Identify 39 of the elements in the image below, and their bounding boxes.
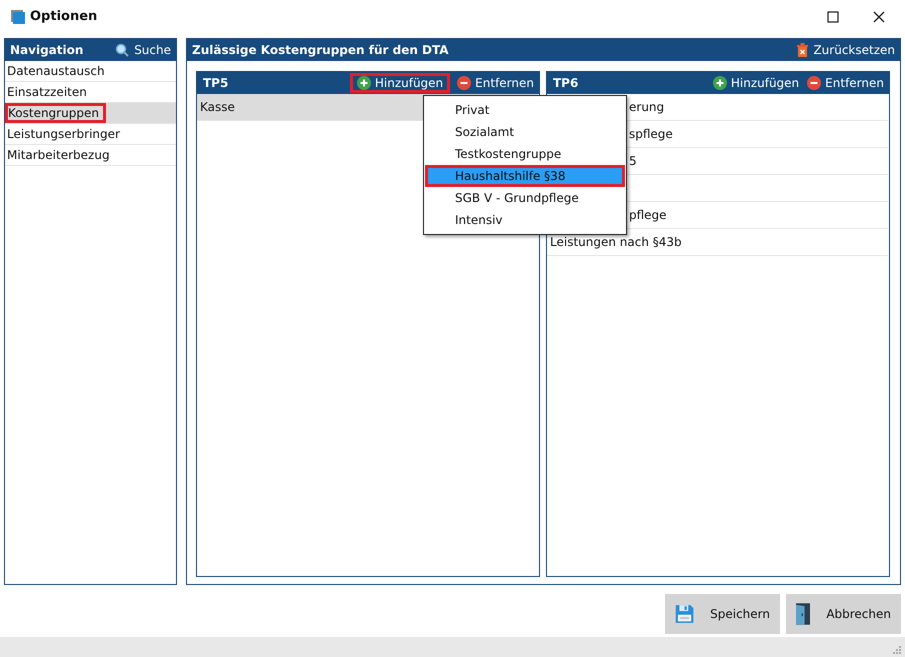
add-button[interactable]: Hinzufügen [712, 73, 800, 93]
plus-icon [712, 76, 727, 90]
app-icon [10, 8, 26, 24]
add-button[interactable]: Hinzufügen [350, 73, 450, 93]
nav-item[interactable]: Leistungserbringer [5, 124, 176, 145]
list-title: TP5 [203, 76, 230, 90]
panel-title: Zulässige Kostengruppen für den DTA [192, 43, 450, 57]
nav-item-label: Datenaustausch [6, 64, 106, 78]
nav-item[interactable]: Kostengruppen [5, 103, 176, 124]
list-item-text: spflege [629, 127, 673, 141]
close-icon[interactable] [873, 10, 885, 22]
list-item-text: Leistungen nach §43b [550, 235, 682, 249]
remove-button[interactable]: Entfernen [456, 73, 535, 93]
nav-item-label: Einsatzzeiten [6, 85, 88, 99]
plus-icon [356, 76, 371, 90]
trash-icon [797, 43, 808, 57]
menu-item[interactable]: Haushaltshilfe §38 [425, 165, 625, 187]
list-item-text: erung [629, 100, 664, 114]
resize-grip-icon[interactable] [891, 644, 901, 654]
remove-button[interactable]: Entfernen [806, 73, 885, 93]
save-button[interactable]: Speichern [665, 594, 780, 634]
nav-item-label: Mitarbeiterbezug [6, 148, 111, 162]
maximize-icon[interactable] [827, 10, 839, 22]
list-item-text: 5 [629, 154, 637, 168]
cancel-button[interactable]: Abbrechen [786, 594, 901, 634]
nav-item-label: Leistungserbringer [6, 127, 121, 141]
list-item-text: Kasse [200, 100, 235, 114]
nav-item[interactable]: Datenaustausch [5, 61, 176, 82]
window-title: Optionen [30, 9, 98, 24]
list-title: TP6 [553, 76, 580, 90]
panel-title: Navigation [10, 43, 84, 57]
search-icon [115, 43, 130, 57]
search-button[interactable]: Suche [115, 43, 171, 57]
nav-item[interactable]: Mitarbeiterbezug [5, 145, 176, 166]
minus-icon [807, 76, 822, 90]
nav-item-label: Kostengruppen [5, 103, 106, 123]
reset-button[interactable]: Zurücksetzen [797, 43, 895, 57]
minus-icon [457, 76, 472, 90]
list-item-text: pflege [629, 208, 667, 222]
